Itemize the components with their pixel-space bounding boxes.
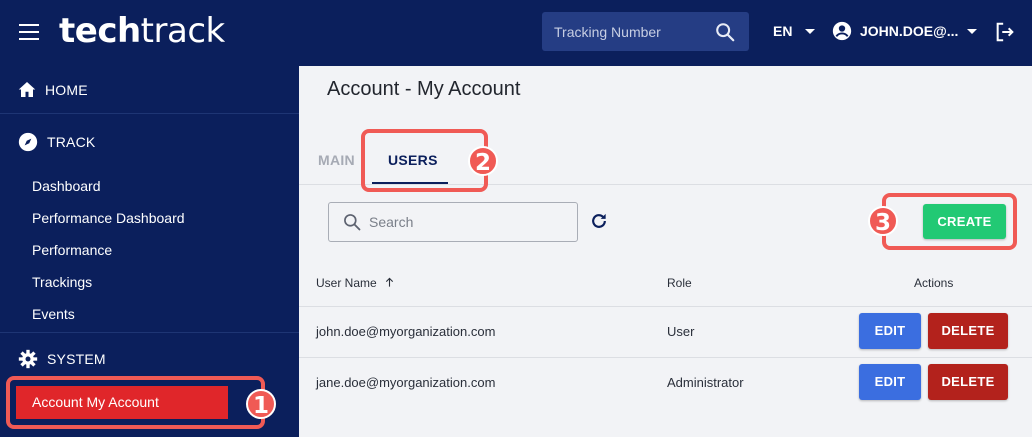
column-header-actions: Actions xyxy=(914,276,954,290)
home-icon xyxy=(18,82,36,97)
app-logo[interactable]: techtrack xyxy=(59,11,225,51)
cell-user-name: jane.doe@myorganization.com xyxy=(316,375,496,390)
user-search xyxy=(328,202,578,242)
sidebar-divider xyxy=(0,113,299,114)
sidebar-divider xyxy=(0,332,299,333)
sidebar-item-events[interactable]: Events xyxy=(32,306,75,322)
top-bar: techtrack EN JOHN.DOE@... xyxy=(0,0,1032,66)
sidebar-item-performance-dashboard[interactable]: Performance Dashboard xyxy=(32,210,185,226)
sidebar-item-trackings[interactable]: Trackings xyxy=(32,274,92,290)
user-chevron-down-icon[interactable] xyxy=(967,29,977,34)
edit-button[interactable]: EDIT xyxy=(859,313,921,349)
delete-button[interactable]: DELETE xyxy=(928,364,1008,400)
search-icon xyxy=(344,214,361,231)
delete-button[interactable]: DELETE xyxy=(928,313,1008,349)
language-chevron-down-icon[interactable] xyxy=(805,29,815,34)
search-input[interactable] xyxy=(369,203,569,241)
user-menu-name[interactable]: JOHN.DOE@... xyxy=(860,23,958,39)
logo-bold: tech xyxy=(59,11,141,51)
annotation-highlight-1 xyxy=(6,376,265,429)
table-divider xyxy=(299,306,1032,307)
tracking-number-input[interactable] xyxy=(542,12,712,51)
create-button[interactable]: CREATE xyxy=(923,204,1006,239)
arrow-up-icon xyxy=(385,277,394,287)
cell-user-name: john.doe@myorganization.com xyxy=(316,324,496,339)
annotation-badge-2: 2 xyxy=(468,146,498,176)
sidebar-item-label: TRACK xyxy=(47,134,96,150)
sidebar-item-dashboard[interactable]: Dashboard xyxy=(32,178,101,194)
refresh-icon[interactable] xyxy=(589,211,609,231)
menu-icon[interactable] xyxy=(19,24,39,40)
tab-main[interactable]: MAIN xyxy=(318,152,355,168)
sidebar-item-label: HOME xyxy=(45,81,88,98)
sidebar-item-performance[interactable]: Performance xyxy=(32,242,112,258)
cell-role: Administrator xyxy=(667,375,744,390)
sidebar-item-label: SYSTEM xyxy=(47,351,106,367)
column-header-role[interactable]: Role xyxy=(667,276,692,290)
compass-icon xyxy=(18,132,38,152)
annotation-badge-1: 1 xyxy=(246,389,276,419)
edit-button[interactable]: EDIT xyxy=(859,364,921,400)
sidebar-item-home[interactable]: HOME xyxy=(18,81,88,98)
cell-role: User xyxy=(667,324,695,339)
annotation-badge-3: 3 xyxy=(868,206,898,236)
sidebar-item-system[interactable]: SYSTEM xyxy=(18,349,106,369)
gear-icon xyxy=(18,349,38,369)
logout-icon[interactable] xyxy=(994,21,1016,43)
tracking-number-search xyxy=(542,12,749,51)
logo-light: track xyxy=(140,11,226,51)
sidebar-item-track[interactable]: TRACK xyxy=(18,132,95,152)
search-icon[interactable] xyxy=(714,21,736,43)
page-title: Account - My Account xyxy=(327,78,521,100)
column-header-label: User Name xyxy=(316,276,377,290)
column-header-user-name[interactable]: User Name xyxy=(316,276,395,290)
table-divider xyxy=(299,357,1032,358)
account-circle-icon[interactable] xyxy=(832,21,852,41)
language-selector[interactable]: EN xyxy=(773,23,792,39)
